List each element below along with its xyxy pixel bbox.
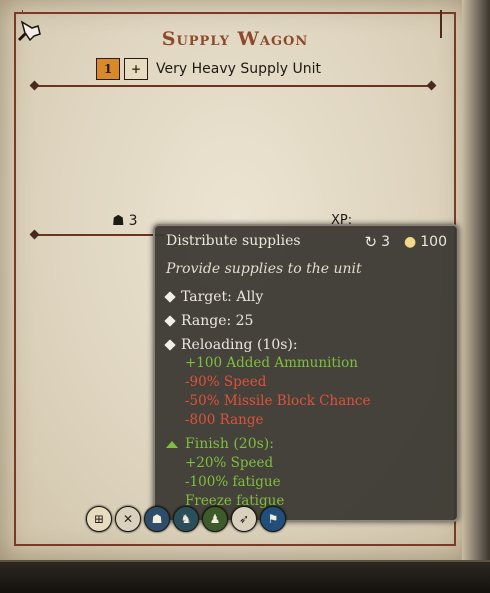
range-text: Range: 25	[181, 313, 254, 329]
divider-ornament	[29, 229, 40, 240]
uses-icon: ↻	[364, 233, 378, 251]
unit-icon[interactable]: ☗	[144, 506, 170, 532]
ability-costs: ↻ 3 ● 100	[365, 233, 447, 251]
effect-line: -800 Range	[185, 412, 264, 428]
unit-type-row: 1 + Very Heavy Supply Unit	[96, 58, 321, 80]
scroll-edge	[462, 0, 490, 560]
effect-line: +100 Added Ammunition	[185, 355, 358, 371]
stats-divider	[34, 234, 164, 236]
ability-bar: ⊞ ✕ ☗ ♞ ♟ ➶ ⚑	[86, 506, 286, 532]
unit-title: Supply Wagon	[161, 28, 309, 50]
supply-class-icon: +	[124, 58, 148, 80]
effect-line: -100% fatigue	[185, 474, 281, 490]
ability-description: Provide supplies to the unit	[166, 261, 362, 277]
supply-cost-value: 100	[420, 234, 447, 250]
target-text: Target: Ally	[181, 289, 264, 305]
effect-line: +20% Speed	[185, 455, 274, 471]
reloading-line: Reloading (10s):	[164, 337, 298, 353]
troop-icon[interactable]: ♟	[202, 506, 228, 532]
finish-text: Finish (20s):	[185, 436, 274, 452]
divider-ornament	[426, 80, 437, 91]
cross-icon[interactable]: ✕	[115, 506, 141, 532]
reloading-text: Reloading (10s):	[181, 337, 298, 353]
ability-tooltip: Distribute supplies ↻ 3 ● 100 Provide su…	[153, 224, 459, 522]
soldier-count: ☗ 3	[112, 213, 137, 229]
effect-line: -50% Missile Block Chance	[185, 393, 371, 409]
supply-cost-icon: ●	[404, 234, 417, 250]
finish-line: Finish (20s):	[166, 436, 274, 452]
archer-icon[interactable]: ➶	[231, 506, 257, 532]
bottom-bar	[0, 560, 490, 593]
triangle-icon	[166, 440, 178, 448]
unit-subtitle: Very Heavy Supply Unit	[156, 61, 321, 77]
tier-badge-icon: 1	[96, 58, 120, 80]
header-divider	[34, 85, 434, 87]
horse-icon[interactable]: ♞	[173, 506, 199, 532]
soldier-count-value: 3	[128, 213, 138, 229]
effect-line: -90% Speed	[185, 374, 267, 390]
range-line: Range: 25	[164, 313, 254, 329]
ability-name: Distribute supplies	[166, 233, 301, 249]
soldier-icon: ☗	[112, 213, 125, 229]
divider-ornament	[29, 80, 40, 91]
banner-icon[interactable]: ⚑	[260, 506, 286, 532]
bullet-icon	[164, 315, 176, 327]
supply-icon[interactable]: ⊞	[86, 506, 112, 532]
target-line: Target: Ally	[164, 289, 264, 305]
bullet-icon	[164, 339, 176, 351]
uses-value: 3	[381, 234, 391, 250]
bullet-icon	[164, 291, 176, 303]
